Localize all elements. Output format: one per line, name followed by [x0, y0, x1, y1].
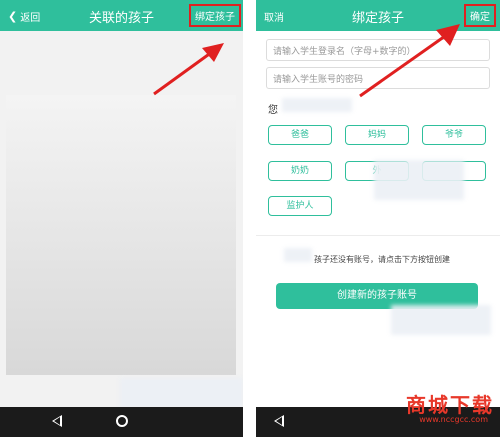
nav-back-icon[interactable]	[274, 415, 284, 427]
nav-back-icon[interactable]	[52, 415, 62, 427]
blurred-region	[391, 305, 491, 335]
relation-guardian-button[interactable]: 监护人	[268, 196, 332, 216]
blurred-region	[374, 160, 464, 200]
children-list-area	[6, 95, 236, 375]
pointer-arrow-left	[153, 43, 224, 96]
blurred-region	[282, 98, 352, 112]
relation-grandpa-button[interactable]: 爷爷	[422, 125, 486, 145]
bind-child-button[interactable]: 绑定孩子	[189, 4, 241, 27]
relation-prompt: 您	[268, 105, 278, 116]
watermark-text: 商城下载	[406, 393, 494, 417]
relation-mom-button[interactable]: 妈妈	[345, 125, 409, 145]
no-account-hint: 孩子还没有账号，请点击下方按钮创建	[314, 255, 450, 264]
confirm-button[interactable]: 确定	[464, 4, 496, 27]
nav-home-icon[interactable]	[116, 415, 128, 427]
blurred-region	[120, 378, 243, 408]
divider	[256, 235, 500, 236]
pointer-arrow-right	[359, 24, 460, 98]
system-nav-bar	[0, 407, 243, 437]
watermark-url: www.nccgcc.com	[419, 415, 488, 424]
left-header: ❮ 返回 关联的孩子 绑定孩子	[0, 0, 243, 31]
watermark-logo: 商城下载 www.nccgcc.com	[364, 389, 494, 431]
blurred-region	[284, 248, 312, 262]
relation-grandma-button[interactable]: 奶奶	[268, 161, 332, 181]
relation-dad-button[interactable]: 爸爸	[268, 125, 332, 145]
